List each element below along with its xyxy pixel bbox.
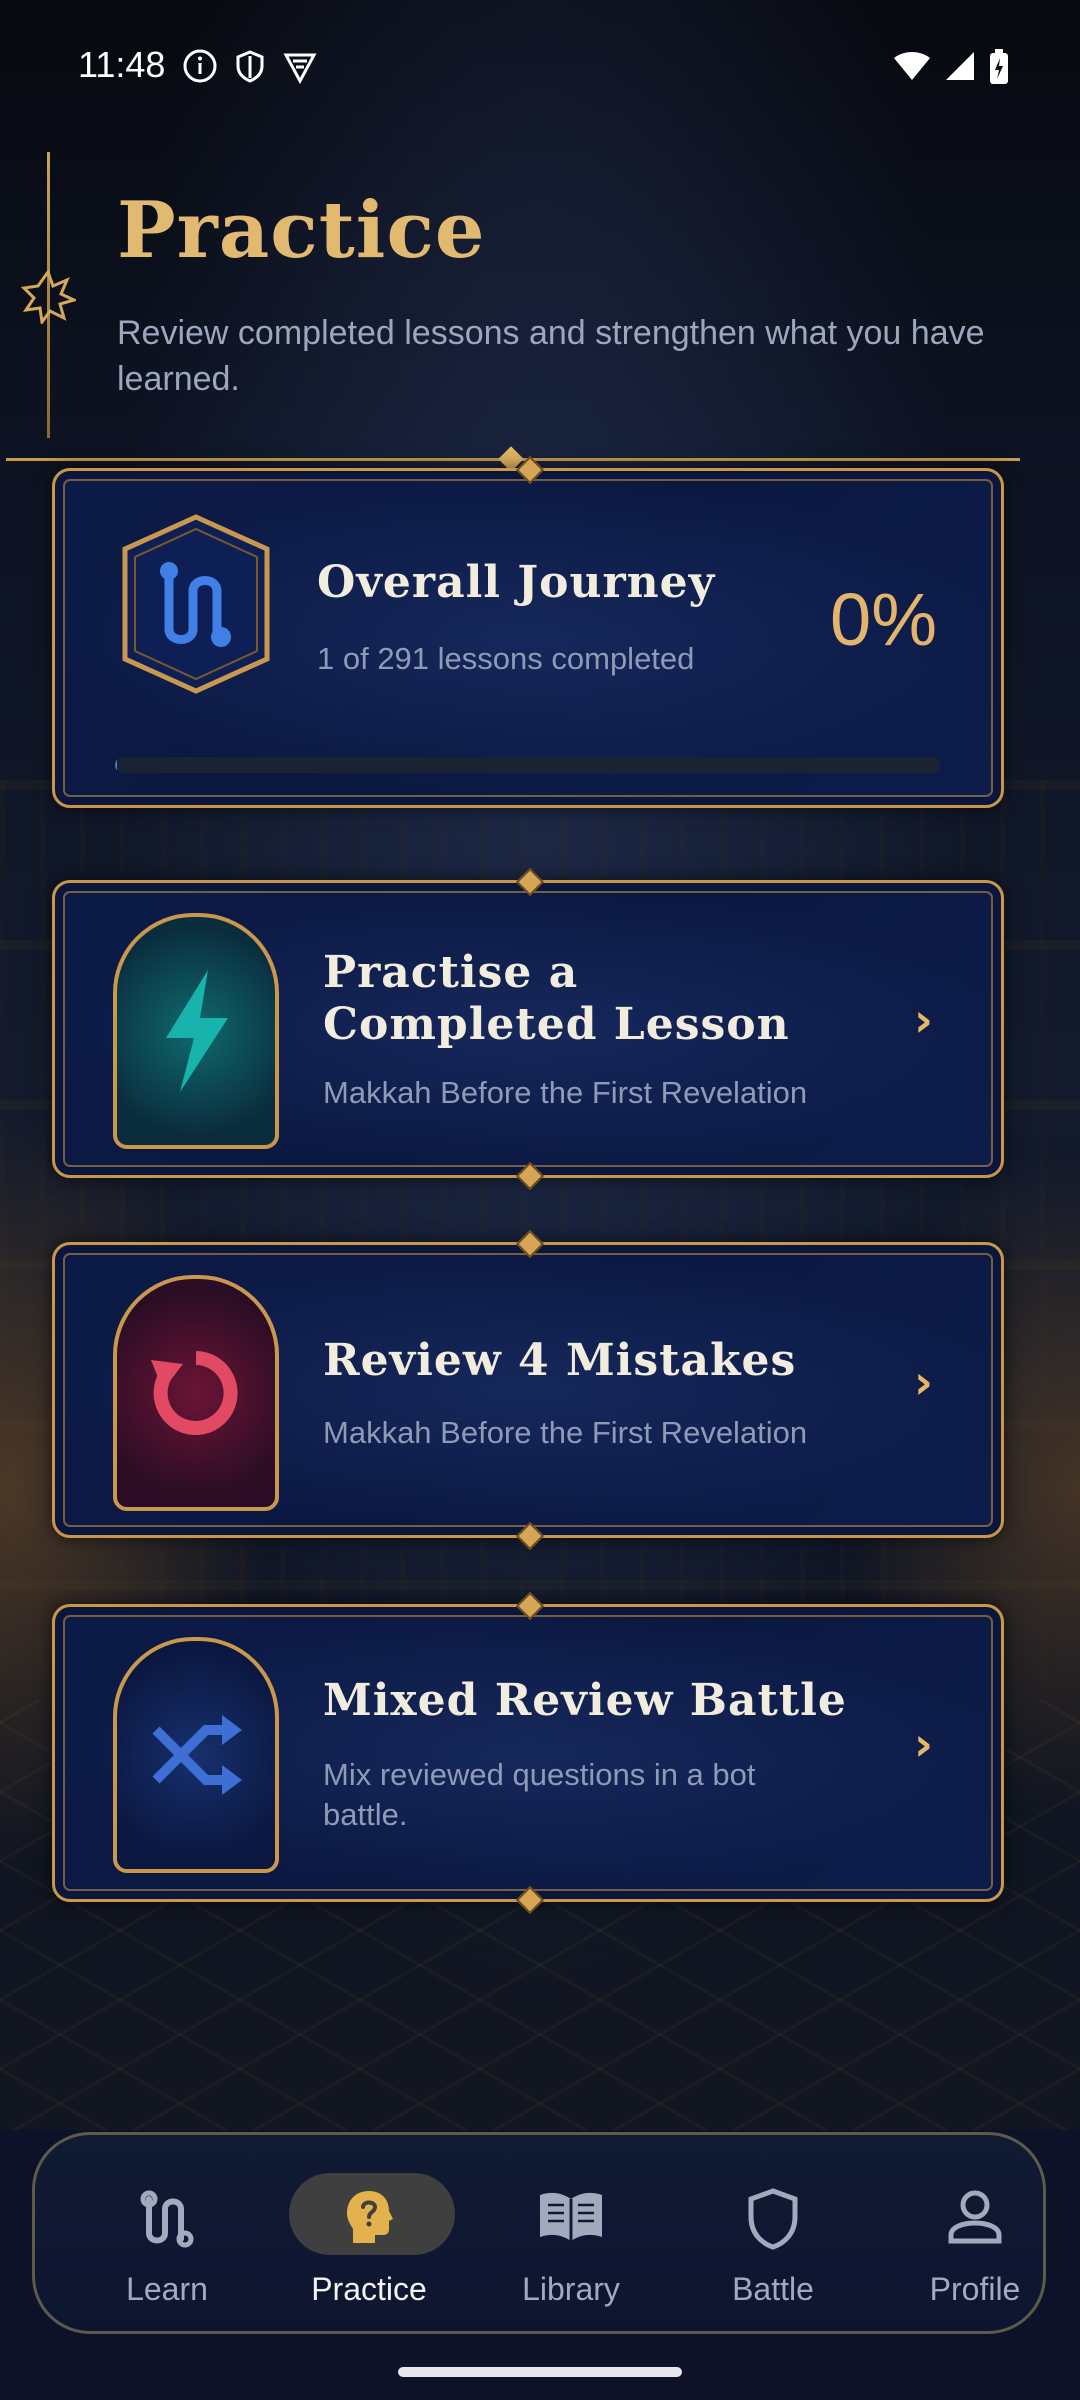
nav-library[interactable]: Library (481, 2165, 661, 2315)
nav-practice[interactable]: Practice (279, 2165, 459, 2315)
review-mistakes-card[interactable]: Review 4 Mistakes Makkah Before the Firs… (52, 1229, 1004, 1551)
journey-progress-bar (115, 757, 941, 773)
star-ornament-icon (20, 268, 76, 324)
vpn-status-icon (283, 53, 317, 84)
battle-title: Mixed Review Battle (323, 1675, 847, 1726)
nav-profile-label: Profile (929, 2271, 1021, 2307)
mistakes-badge (113, 1275, 279, 1511)
nav-learn[interactable]: Learn (77, 2165, 257, 2315)
nav-battle-label: Battle (732, 2271, 814, 2307)
page-subtitle: Review completed lessons and strengthen … (117, 314, 985, 398)
practise-title: Practise a Completed Lesson (323, 947, 790, 1050)
mixed-review-battle-card[interactable]: Mixed Review Battle Mix reviewed questio… (52, 1591, 1004, 1915)
lightning-icon (166, 970, 228, 1092)
journey-progress-fill (115, 757, 118, 773)
nav-practice-label: Practice (311, 2271, 427, 2307)
shuffle-icon (152, 1715, 242, 1795)
home-indicator[interactable] (398, 2367, 682, 2377)
mistakes-title: Review 4 Mistakes (323, 1335, 797, 1386)
signal-icon (946, 52, 974, 80)
status-bar: 11:48 (0, 0, 1080, 130)
shield-status-icon (236, 50, 264, 83)
nav-library-label: Library (522, 2271, 620, 2307)
book-icon (540, 2192, 602, 2241)
chevron-right-icon: › (914, 993, 933, 1047)
refresh-icon (151, 1351, 238, 1435)
overall-journey-card: Overall Journey 1 of 291 lessons complet… (52, 455, 1004, 808)
shield-icon (748, 2188, 798, 2250)
question-head-icon (347, 2191, 393, 2243)
nav-battle[interactable]: Battle (683, 2165, 863, 2315)
chevron-right-icon: › (914, 1717, 933, 1771)
journey-subtitle: 1 of 291 lessons completed (317, 641, 695, 676)
person-icon (948, 2190, 1002, 2244)
practise-subtitle: Makkah Before the First Revelation (323, 1075, 808, 1110)
info-icon (183, 49, 217, 83)
path-icon (140, 2190, 194, 2248)
battle-badge (113, 1637, 279, 1873)
bottom-nav: Learn Practice Library Battle Profile (32, 2132, 1046, 2334)
practise-badge (113, 913, 279, 1149)
status-left-icons (182, 48, 318, 84)
chevron-right-icon: › (914, 1355, 933, 1409)
journey-percent: 0% (830, 578, 937, 661)
nav-profile[interactable]: Profile (885, 2165, 1065, 2315)
battery-icon (990, 49, 1008, 84)
mistakes-subtitle: Makkah Before the First Revelation (323, 1415, 808, 1450)
journey-badge (122, 514, 270, 694)
battle-subtitle: Mix reviewed questions in a bot battle. (323, 1757, 756, 1832)
wifi-icon (894, 52, 930, 80)
journey-title: Overall Journey (317, 557, 716, 608)
practise-completed-lesson-card[interactable]: Practise a Completed Lesson Makkah Befor… (52, 867, 1004, 1191)
status-right-icons (892, 48, 1010, 86)
page-title: Practice (117, 185, 486, 276)
status-time: 11:48 (78, 44, 166, 85)
nav-learn-label: Learn (126, 2271, 208, 2307)
